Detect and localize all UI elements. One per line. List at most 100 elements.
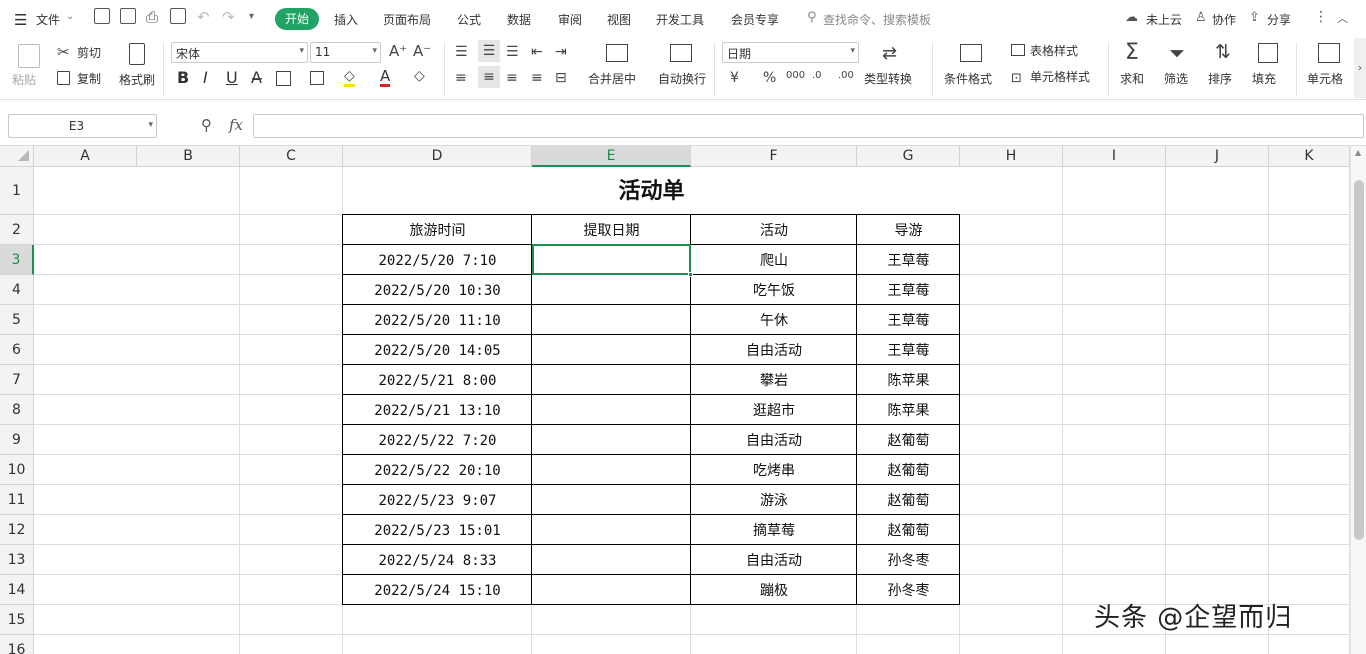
zoom-icon[interactable]: ⚲ bbox=[201, 116, 212, 134]
column-header-I[interactable]: I bbox=[1063, 146, 1166, 167]
cloud-icon[interactable]: ☁ bbox=[1125, 10, 1138, 25]
copy-button[interactable]: 复制 bbox=[77, 71, 101, 87]
indent-increase-icon[interactable]: ⇥ bbox=[555, 44, 567, 60]
format-painter-icon[interactable] bbox=[129, 43, 145, 65]
row-header-15[interactable]: 15 bbox=[0, 605, 34, 635]
row-header-10[interactable]: 10 bbox=[0, 455, 34, 485]
wrap-text-button[interactable]: 自动换行 bbox=[658, 71, 706, 87]
currency-icon[interactable]: ¥ bbox=[730, 70, 739, 86]
border-icon[interactable] bbox=[276, 71, 291, 86]
decrease-decimal-icon[interactable]: .00 bbox=[838, 70, 854, 81]
table-cell[interactable] bbox=[532, 366, 691, 395]
table-cell[interactable]: 孙冬枣 bbox=[857, 546, 960, 575]
fill-button[interactable]: 填充 bbox=[1252, 71, 1276, 87]
table-cell[interactable]: 赵葡萄 bbox=[857, 516, 960, 545]
align-middle-icon[interactable]: ☰ bbox=[478, 40, 500, 62]
tab-developer[interactable]: 开发工具 bbox=[656, 11, 704, 28]
table-cell[interactable]: 赵葡萄 bbox=[857, 456, 960, 485]
highlight-icon[interactable]: ◇ bbox=[344, 68, 355, 87]
table-header-cell[interactable]: 活动 bbox=[691, 216, 857, 245]
tab-member[interactable]: 会员专享 bbox=[731, 11, 779, 28]
table-cell[interactable] bbox=[532, 576, 691, 605]
table-header-cell[interactable]: 导游 bbox=[857, 216, 960, 245]
sum-icon[interactable]: Σ bbox=[1125, 40, 1139, 65]
table-cell[interactable]: 攀岩 bbox=[691, 366, 857, 395]
column-header-F[interactable]: F bbox=[691, 146, 857, 167]
align-top-icon[interactable]: ☰ bbox=[455, 44, 468, 60]
tab-insert[interactable]: 插入 bbox=[334, 11, 358, 28]
table-cell[interactable]: 赵葡萄 bbox=[857, 486, 960, 515]
sort-button[interactable]: 排序 bbox=[1208, 71, 1232, 87]
filter-button[interactable]: 筛选 bbox=[1164, 71, 1188, 87]
table-cell[interactable]: 2022/5/24 15:10 bbox=[343, 576, 532, 605]
column-header-B[interactable]: B bbox=[137, 146, 240, 167]
justify-icon[interactable]: ≡ bbox=[531, 70, 543, 86]
sort-icon[interactable]: ⇅ bbox=[1215, 41, 1231, 63]
percent-icon[interactable]: % bbox=[763, 70, 776, 86]
table-cell[interactable] bbox=[532, 396, 691, 425]
table-cell[interactable]: 王草莓 bbox=[857, 276, 960, 305]
row-header-13[interactable]: 13 bbox=[0, 545, 34, 575]
table-cell[interactable]: 爬山 bbox=[691, 246, 857, 275]
tab-page-layout[interactable]: 页面布局 bbox=[383, 11, 431, 28]
table-cell[interactable]: 自由活动 bbox=[691, 546, 857, 575]
row-header-9[interactable]: 9 bbox=[0, 425, 34, 455]
increase-font-icon[interactable]: A⁺ bbox=[389, 42, 407, 60]
align-left-icon[interactable]: ≡ bbox=[455, 70, 467, 86]
row-header-14[interactable]: 14 bbox=[0, 575, 34, 605]
table-cell[interactable]: 摘草莓 bbox=[691, 516, 857, 545]
copy-icon[interactable] bbox=[57, 71, 70, 85]
vertical-scrollbar[interactable]: ▲ bbox=[1350, 146, 1366, 654]
cut-icon[interactable]: ✂ bbox=[57, 43, 70, 61]
table-cell[interactable]: 王草莓 bbox=[857, 306, 960, 335]
redo-icon[interactable]: ↷ bbox=[222, 8, 235, 26]
fill-icon[interactable] bbox=[1258, 43, 1278, 63]
increase-decimal-icon[interactable]: .0 bbox=[812, 70, 822, 81]
table-cell[interactable]: 赵葡萄 bbox=[857, 426, 960, 455]
row-header-7[interactable]: 7 bbox=[0, 365, 34, 395]
cell-button[interactable]: 单元格 bbox=[1307, 71, 1343, 87]
share-button[interactable]: 分享 bbox=[1267, 11, 1291, 28]
table-cell[interactable] bbox=[532, 426, 691, 455]
table-cell[interactable]: 蹦极 bbox=[691, 576, 857, 605]
table-cell[interactable]: 陈苹果 bbox=[857, 396, 960, 425]
table-cell[interactable]: 2022/5/22 20:10 bbox=[343, 456, 532, 485]
table-cell[interactable]: 孙冬枣 bbox=[857, 576, 960, 605]
table-cell[interactable]: 王草莓 bbox=[857, 336, 960, 365]
paste-button[interactable]: 粘贴 bbox=[12, 72, 36, 88]
save-icon[interactable] bbox=[94, 8, 110, 24]
column-header-D[interactable]: D bbox=[343, 146, 532, 167]
table-cell[interactable]: 午休 bbox=[691, 306, 857, 335]
thousands-icon[interactable]: 000 bbox=[786, 70, 805, 81]
table-header-cell[interactable]: 提取日期 bbox=[532, 216, 691, 245]
table-cell[interactable]: 吃烤串 bbox=[691, 456, 857, 485]
scroll-up-icon[interactable]: ▲ bbox=[1355, 148, 1361, 157]
table-cell[interactable] bbox=[532, 306, 691, 335]
table-cell[interactable]: 吃午饭 bbox=[691, 276, 857, 305]
print-preview-icon[interactable] bbox=[170, 8, 186, 24]
fx-icon[interactable]: fx bbox=[229, 116, 243, 134]
table-cell[interactable]: 2022/5/20 11:10 bbox=[343, 306, 532, 335]
merge-center-icon[interactable] bbox=[606, 44, 628, 62]
column-header-G[interactable]: G bbox=[857, 146, 960, 167]
row-header-2[interactable]: 2 bbox=[0, 215, 34, 245]
share-icon[interactable]: ⇪ bbox=[1249, 10, 1260, 25]
align-bottom-icon[interactable]: ☰ bbox=[506, 44, 519, 60]
tab-start[interactable]: 开始 bbox=[275, 8, 319, 30]
font-name-select[interactable]: 宋体 ▾ bbox=[171, 42, 308, 63]
user-icon[interactable]: ♙ bbox=[1195, 10, 1207, 25]
distributed-icon[interactable]: ⊟ bbox=[555, 70, 567, 86]
table-cell[interactable] bbox=[532, 336, 691, 365]
align-right-icon[interactable]: ≡ bbox=[506, 70, 518, 86]
conditional-format-button[interactable]: 条件格式 bbox=[944, 71, 992, 87]
table-cell[interactable]: 逛超市 bbox=[691, 396, 857, 425]
type-convert-icon[interactable]: ⇄ bbox=[882, 43, 897, 64]
more-icon[interactable]: ⋮ bbox=[1314, 9, 1328, 25]
command-search[interactable]: 查找命令、搜索模板 bbox=[823, 11, 931, 28]
row-header-6[interactable]: 6 bbox=[0, 335, 34, 365]
table-cell[interactable]: 游泳 bbox=[691, 486, 857, 515]
collapse-ribbon-icon[interactable]: ︿ bbox=[1337, 10, 1348, 26]
collaborate-button[interactable]: 协作 bbox=[1212, 11, 1236, 28]
table-cell[interactable]: 2022/5/20 7:10 bbox=[343, 246, 532, 275]
print-icon[interactable]: ⎙ bbox=[146, 8, 158, 26]
